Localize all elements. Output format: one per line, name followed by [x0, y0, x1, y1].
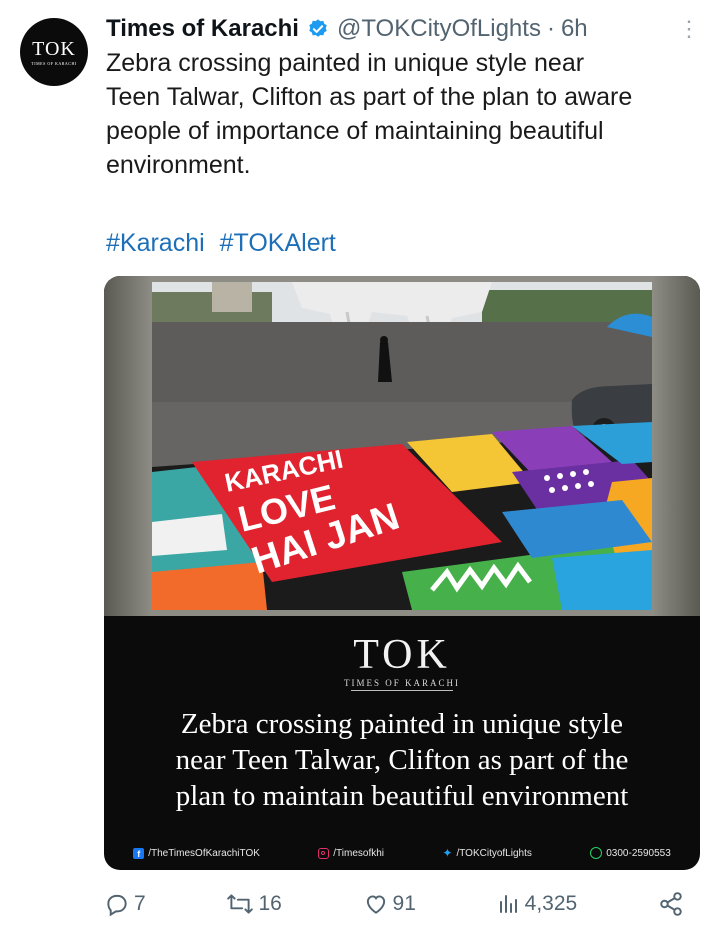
views-bar-chart-icon	[499, 895, 517, 913]
avatar[interactable]: TOK TIMES OF KARACHI	[20, 18, 88, 86]
media-card[interactable]: KARACHI LOVE HAI JAN TOK TIMES OF KARACH…	[104, 276, 700, 870]
footer-whatsapp-text: 0300-2590553	[606, 847, 671, 859]
card-logo-sub: TIMES OF KARACHI	[343, 678, 460, 688]
street-photo: KARACHI LOVE HAI JAN	[152, 282, 652, 610]
reply-count: 7	[134, 892, 146, 915]
share-icon	[660, 892, 682, 916]
footer-twitter: ✦ /TOKCityofLights	[442, 846, 531, 860]
repost-count: 16	[258, 892, 282, 915]
verified-badge-icon	[309, 19, 327, 37]
tweet-time[interactable]: 6h	[561, 15, 588, 43]
hashtag-tokalert[interactable]: #TOKAlert	[220, 229, 336, 257]
repost-button[interactable]: 16	[226, 891, 282, 917]
share-button[interactable]	[658, 891, 684, 917]
repost-icon	[227, 894, 254, 914]
card-footer: f /TheTimesOfKarachiTOK /Timesofkhi ✦ /T…	[104, 836, 700, 870]
instagram-icon	[318, 847, 330, 859]
reply-button[interactable]: 7	[104, 891, 146, 917]
tweet-actions: 7 16 91 4,325	[104, 884, 684, 924]
whatsapp-icon	[590, 847, 603, 859]
author-handle[interactable]: @TOKCityOfLights	[337, 15, 541, 43]
footer-facebook: f /TheTimesOfKarachiTOK	[133, 847, 260, 859]
tweet-text: Zebra crossing painted in unique style n…	[106, 49, 633, 179]
footer-facebook-text: /TheTimesOfKarachiTOK	[148, 847, 260, 859]
hashtags: #Karachi #TOKAlert	[106, 229, 344, 258]
card-logo: TOK	[353, 632, 451, 678]
author-name[interactable]: Times of Karachi	[106, 15, 299, 43]
like-button[interactable]: 91	[363, 891, 416, 917]
heart-icon	[366, 895, 385, 914]
card-logo-rule	[351, 690, 453, 691]
footer-instagram-text: /Timesofkhi	[333, 847, 385, 859]
like-count: 91	[392, 892, 416, 915]
zebra-crossing-photo: KARACHI LOVE HAI JAN	[152, 282, 652, 610]
avatar-sub-text: TIMES OF KARACHI	[31, 60, 77, 66]
separator-dot: ·	[546, 15, 555, 42]
footer-whatsapp: 0300-2590553	[590, 847, 671, 859]
twitter-bird-icon: ✦	[442, 846, 453, 860]
reply-icon	[107, 894, 127, 917]
footer-twitter-text: /TOKCityofLights	[456, 847, 532, 859]
views-count: 4,325	[524, 892, 578, 915]
more-options-icon[interactable]: ⋮	[678, 16, 700, 42]
views-button[interactable]: 4,325	[497, 891, 578, 917]
tweet-header: Times of Karachi @TOKCityOfLights · 6h ⋮	[106, 12, 700, 46]
hashtag-karachi[interactable]: #Karachi	[106, 229, 205, 257]
card-caption: Zebra crossing painted in unique style n…	[175, 708, 629, 812]
avatar-logo-text: TOK	[32, 37, 76, 60]
photo-frame: KARACHI LOVE HAI JAN	[104, 276, 700, 616]
facebook-icon: f	[133, 847, 145, 859]
footer-instagram: /Timesofkhi	[318, 847, 385, 859]
